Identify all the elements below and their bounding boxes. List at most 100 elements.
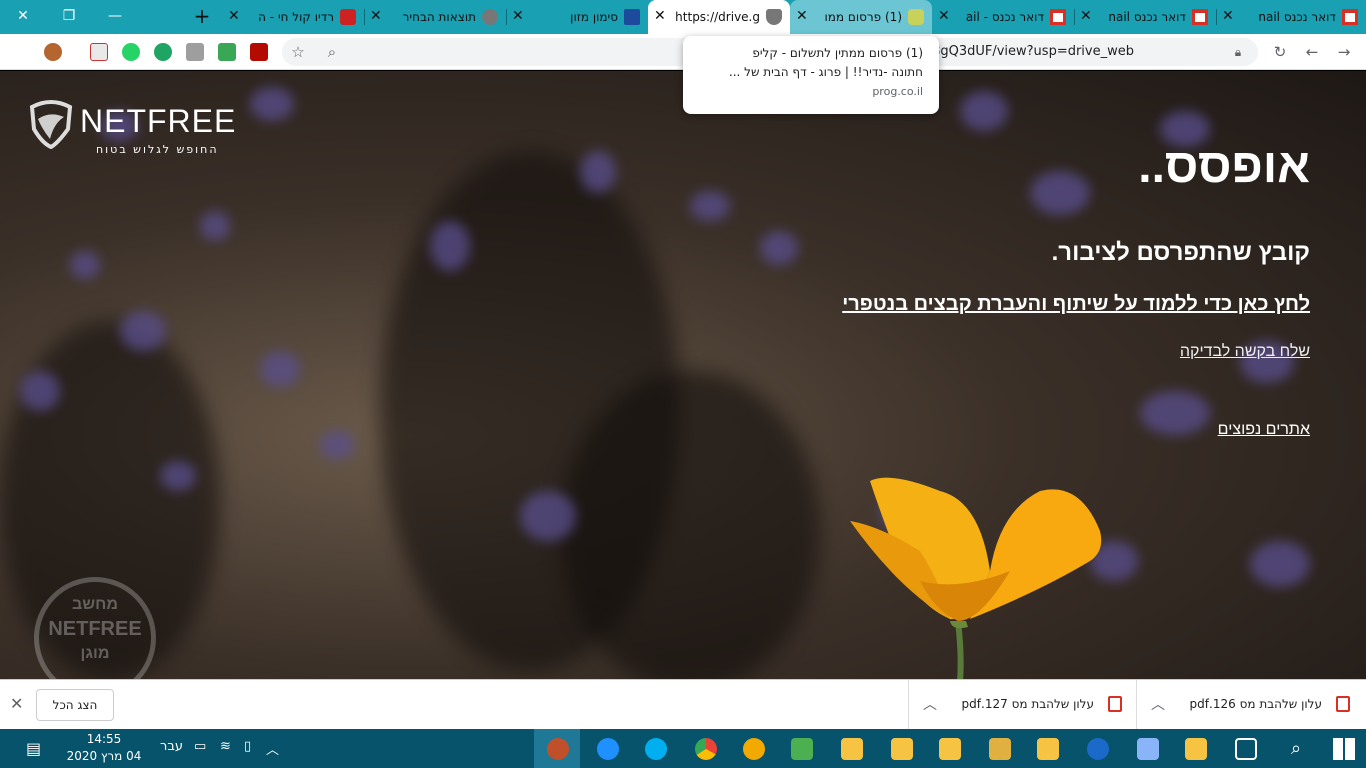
close-icon[interactable]: ✕ — [1222, 8, 1234, 24]
taskbar-downloads[interactable] — [926, 729, 972, 768]
tab-title: דואר נכנס nail — [1258, 10, 1336, 24]
file-explorer-icon — [1185, 738, 1207, 760]
netfree-logo[interactable]: NETFREE החופש לגלוש בטוח — [28, 99, 248, 159]
taskbar-computer[interactable] — [1124, 729, 1170, 768]
star-icon[interactable]: ☆ — [288, 42, 308, 62]
tab-title: רדיו קול חי - ה — [258, 10, 334, 24]
download-filename: עלון שלהבת מס 126.pdf — [1189, 697, 1322, 711]
hover-card-domain: prog.co.il — [872, 85, 923, 98]
tab-separator — [1074, 9, 1075, 25]
pdf-icon — [1108, 696, 1122, 712]
gmail-icon — [1050, 9, 1066, 25]
close-icon[interactable]: ✕ — [10, 694, 23, 713]
start-button[interactable] — [1320, 729, 1366, 768]
tab-drive[interactable]: https://drive.g ✕ — [648, 0, 790, 34]
tab-food-labeling[interactable]: סימון מזון ✕ — [506, 0, 648, 34]
app-icon — [743, 738, 765, 760]
taskbar-skype[interactable] — [632, 729, 678, 768]
download-item[interactable]: עלון שלהבת מס 127.pdf ︿ — [908, 680, 1136, 730]
taskbar-clock[interactable]: 14:55 04 מרץ 2020 — [64, 731, 144, 765]
close-icon[interactable]: ✕ — [228, 8, 240, 24]
tab-title: דואר נכנס nail — [1108, 10, 1186, 24]
search-button[interactable]: ⌕ — [1272, 729, 1318, 768]
pdf-extension-icon[interactable] — [250, 43, 268, 61]
popular-sites-link[interactable]: אתרים נפוצים — [1218, 421, 1310, 439]
taskbar-ie[interactable] — [1074, 729, 1120, 768]
language-indicator[interactable]: עבר — [160, 739, 183, 754]
tab-separator — [506, 9, 507, 25]
whatsapp-icon[interactable] — [122, 43, 140, 61]
tab-title: דואר נכנס - ail — [965, 10, 1044, 24]
netfree-shield-icon — [29, 100, 73, 149]
leaf-icon — [908, 9, 924, 25]
edge-icon — [597, 738, 619, 760]
chevron-up-icon[interactable]: ︿ — [266, 739, 279, 758]
image-extension-icon[interactable] — [186, 43, 204, 61]
learn-sharing-link[interactable]: לחץ כאן כדי ללמוד על שיתוף והעברת קבצים … — [842, 293, 1310, 316]
skype-icon — [645, 738, 667, 760]
logo-tagline: החופש לגלוש בטוח — [96, 143, 219, 156]
minimize-window-button[interactable]: — — [92, 0, 138, 34]
clock-time: 14:55 — [86, 732, 122, 746]
reload-icon[interactable]: ↻ — [1270, 42, 1290, 62]
download-item[interactable]: עלון שלהבת מס 126.pdf ︿ — [1136, 680, 1364, 730]
send-request-link[interactable]: שלח בקשה לבדיקה — [1180, 343, 1310, 361]
close-icon[interactable]: ✕ — [938, 8, 950, 24]
taskbar-edge[interactable] — [584, 729, 630, 768]
taskbar-folder-4[interactable] — [1024, 729, 1070, 768]
back-icon[interactable]: → — [1334, 42, 1354, 62]
zoom-icon[interactable]: ⌕ — [322, 42, 342, 62]
tab-election-results[interactable]: תוצאות הבחיר ✕ — [364, 0, 506, 34]
radio-icon — [340, 9, 356, 25]
green-extension-icon[interactable] — [154, 43, 172, 61]
usb-icon[interactable]: ▯ — [244, 739, 251, 754]
forward-icon[interactable]: ← — [1302, 42, 1322, 62]
task-view-button[interactable] — [1222, 729, 1268, 768]
tab-strip: ✕ ❐ — + רדיו קול חי - ה ✕ תוצאות הבחיר ✕… — [0, 0, 1366, 34]
close-icon[interactable]: ✕ — [654, 8, 666, 24]
show-all-button[interactable]: הצג הכל — [36, 689, 114, 721]
close-window-button[interactable]: ✕ — [0, 0, 46, 34]
close-icon[interactable]: ✕ — [512, 8, 524, 24]
windows-logo-icon — [1333, 738, 1355, 760]
chevron-up-icon[interactable]: ︿ — [923, 694, 937, 714]
notifications-icon[interactable]: ▤ — [26, 739, 41, 758]
page-subtitle: קובץ שהתפרסם לציבור. — [1051, 239, 1310, 266]
tab-separator — [1216, 9, 1217, 25]
poppy-flower-icon — [850, 477, 1102, 679]
stamp-mid-text: NETFREE — [48, 618, 142, 640]
tab-gmail-3[interactable]: דואר נכנס - ail ✕ — [932, 0, 1074, 34]
tab-prog[interactable]: (1) פרסום ממו ✕ — [790, 0, 932, 34]
wifi-icon[interactable]: ≋ — [220, 739, 231, 754]
close-icon[interactable]: ✕ — [370, 8, 382, 24]
chevron-up-icon[interactable]: ︿ — [1151, 694, 1165, 714]
tab-gmail-2[interactable]: דואר נכנס nail ✕ — [1074, 0, 1216, 34]
taskbar-explorer[interactable] — [1172, 729, 1218, 768]
taskbar-app-active[interactable] — [534, 729, 580, 768]
close-icon[interactable]: ✕ — [796, 8, 808, 24]
tab-gmail-1[interactable]: דואר נכנס nail ✕ — [1216, 0, 1366, 34]
stamp-top-text: מחשב — [72, 596, 118, 613]
folder-icon — [989, 738, 1011, 760]
close-icon[interactable]: ✕ — [1080, 8, 1092, 24]
taskbar-folder-3[interactable] — [976, 729, 1022, 768]
emblem-icon — [624, 9, 640, 25]
sync-extension-icon[interactable] — [218, 43, 236, 61]
taskbar-folder-2[interactable] — [878, 729, 924, 768]
taskbar-app-network[interactable] — [778, 729, 824, 768]
taskbar-app-yellow[interactable] — [730, 729, 776, 768]
search-icon: ⌕ — [1290, 738, 1302, 759]
restore-window-button[interactable]: ❐ — [46, 0, 92, 34]
extension-icon[interactable] — [90, 43, 108, 61]
folder-icon — [891, 738, 913, 760]
new-tab-button[interactable]: + — [188, 0, 216, 34]
task-view-icon — [1235, 738, 1257, 760]
app-icon — [547, 738, 569, 760]
download-shelf: ✕ הצג הכל עלון שלהבת מס 127.pdf ︿ עלון ש… — [0, 679, 1366, 730]
profile-avatar-icon[interactable] — [44, 43, 62, 61]
shield-icon — [766, 9, 782, 25]
taskbar-folder-1[interactable] — [828, 729, 874, 768]
tab-radio[interactable]: רדיו קול חי - ה ✕ — [222, 0, 364, 34]
taskbar-chrome[interactable] — [682, 729, 728, 768]
network-icon[interactable]: ▭ — [194, 739, 206, 754]
